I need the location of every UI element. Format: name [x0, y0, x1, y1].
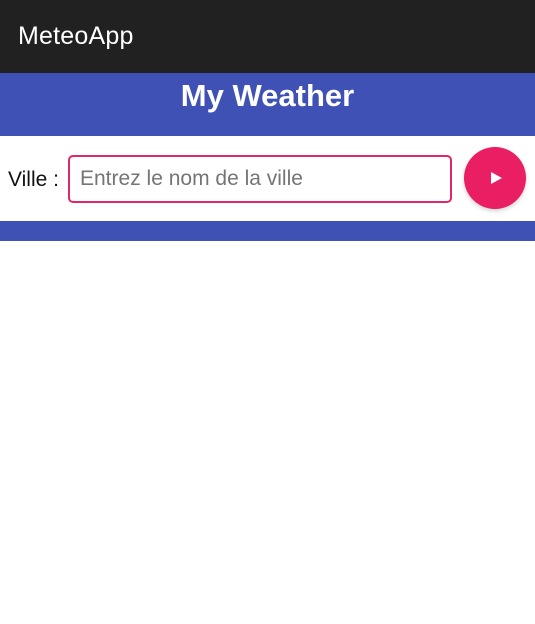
- header-banner: My Weather: [0, 73, 535, 136]
- play-arrow-icon: [491, 172, 502, 184]
- app-bar: MeteoApp: [0, 0, 535, 73]
- weather-results-area: [0, 241, 535, 624]
- page-title: My Weather: [180, 77, 355, 113]
- city-input[interactable]: [68, 155, 452, 203]
- results-header-band: [0, 221, 535, 241]
- search-row: Ville :: [0, 136, 535, 221]
- search-submit-button[interactable]: [464, 147, 526, 209]
- city-label: Ville :: [8, 168, 59, 191]
- app-title: MeteoApp: [18, 22, 134, 50]
